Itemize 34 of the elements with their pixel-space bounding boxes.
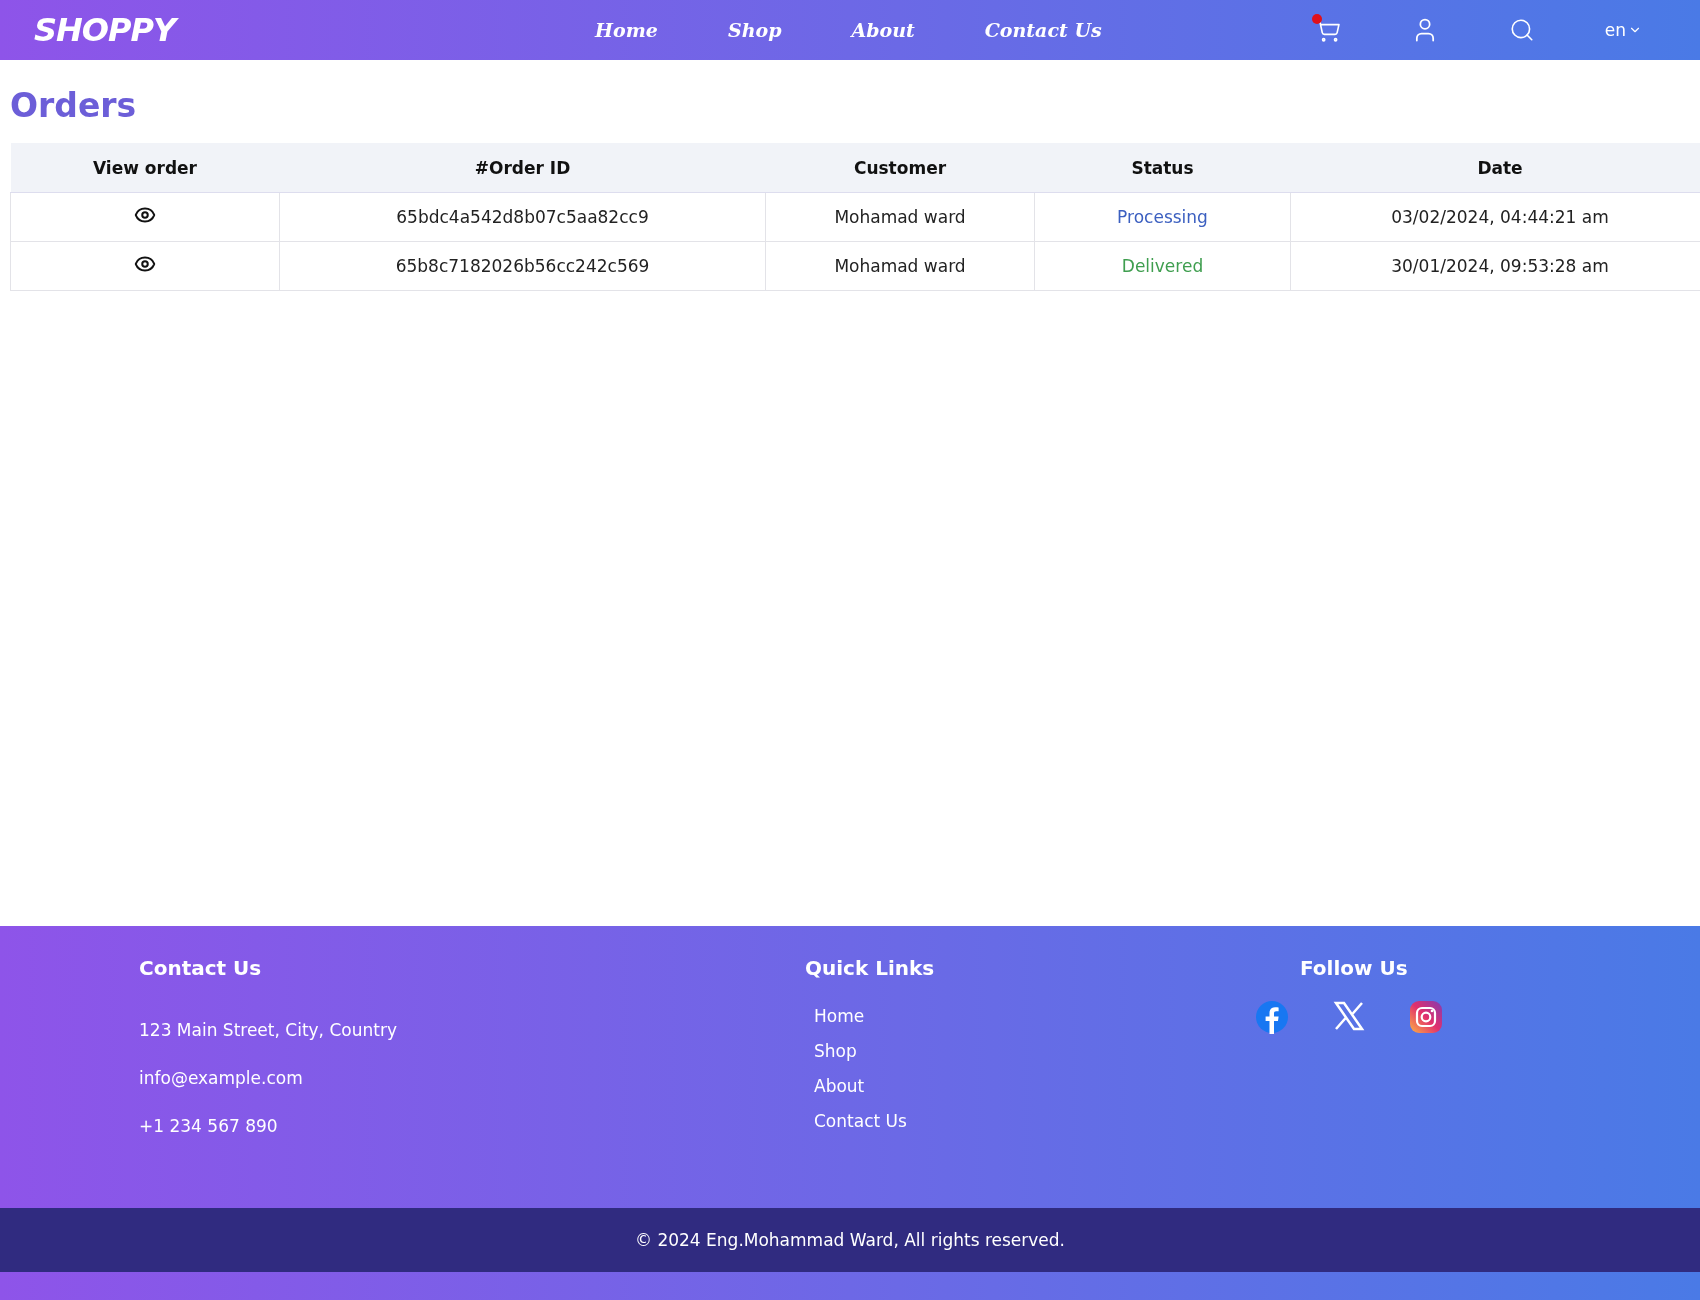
facebook-icon [1255, 1000, 1289, 1034]
copyright-text: © 2024 Eng.Mohammad Ward, All rights reserved. [635, 1230, 1065, 1250]
order-status: Delivered [1121, 256, 1204, 276]
x-logo-icon [1333, 1000, 1365, 1032]
column-header: #Order ID [279, 143, 766, 193]
order-date: 03/02/2024, 04:44:21 am [1391, 207, 1609, 227]
order-id: 65b8c7182026b56cc242c569 [395, 256, 650, 276]
column-header: Date [1290, 143, 1700, 193]
footer-link[interactable]: Home [814, 1006, 1255, 1026]
cart-button[interactable] [1314, 17, 1341, 43]
footer-heading: Quick Links [805, 956, 936, 980]
nav-link[interactable]: Shop [727, 19, 782, 41]
page-title: Orders [10, 86, 138, 125]
language-selector[interactable]: en [1604, 20, 1642, 40]
footer-heading: Contact Us [139, 956, 263, 980]
column-header: View order [10, 143, 280, 193]
order-id: 65bdc4a542d8b07c5aa82cc9 [396, 207, 649, 227]
customer-name: Mohamad ward [834, 256, 966, 276]
nav-link[interactable]: About [851, 19, 915, 41]
instagram-icon [1409, 1000, 1443, 1034]
footer-heading: Follow Us [1300, 956, 1408, 980]
footer-link[interactable]: Contact Us [814, 1111, 1255, 1131]
order-date: 30/01/2024, 09:53:28 am [1391, 256, 1609, 276]
order-status: Processing [1117, 207, 1208, 227]
contact-info: 123 Main Street, City, Country [139, 1020, 398, 1040]
column-header: Status [1034, 143, 1291, 193]
footer-link[interactable]: Shop [814, 1041, 1255, 1061]
contact-info: info@example.com [139, 1068, 304, 1088]
customer-name: Mohamad ward [834, 207, 966, 227]
contact-info: +1 234 567 890 [139, 1116, 279, 1136]
nav-link[interactable]: Contact Us [984, 19, 1102, 41]
footer-link[interactable]: About [814, 1076, 1255, 1096]
column-header: Customer [765, 143, 1035, 193]
nav-link[interactable]: Home [595, 19, 658, 41]
